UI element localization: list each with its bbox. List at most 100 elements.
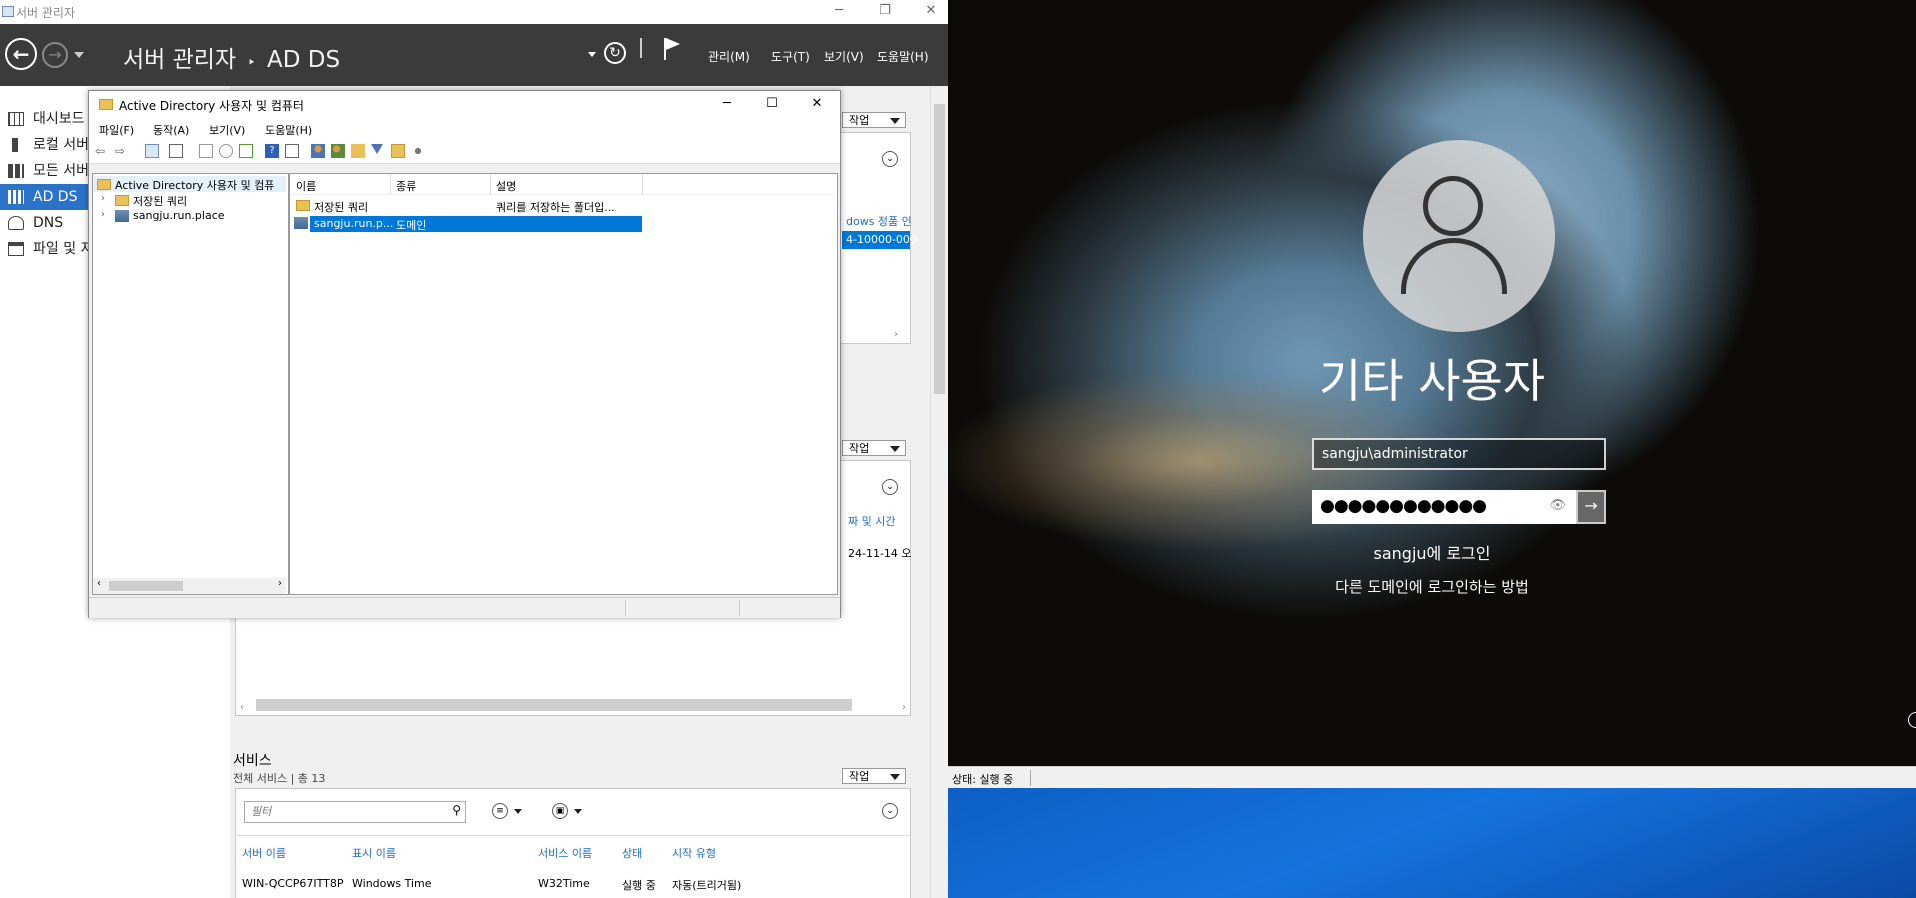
username-value: sangju\administrator — [1322, 446, 1468, 462]
refresh-dropdown-icon[interactable] — [588, 52, 596, 57]
task-dropdown-3[interactable]: 작업 — [842, 768, 906, 784]
filter-icon[interactable] — [371, 144, 383, 154]
minimize-button[interactable]: ─ — [816, 0, 862, 24]
clipboard-icon[interactable] — [169, 144, 183, 158]
ad-minimize-button[interactable]: ─ — [704, 93, 750, 117]
date-time-column[interactable]: 짜 및 시간 — [848, 513, 895, 529]
save-query-dropdown-icon[interactable] — [574, 809, 582, 814]
show-tree-icon[interactable] — [145, 144, 159, 158]
scrollbar-thumb[interactable] — [109, 581, 183, 591]
ad-menu-view[interactable]: 보기(V) — [209, 122, 245, 138]
back-arrow-icon[interactable]: ← — [5, 38, 37, 70]
refresh-icon[interactable]: ↻ — [604, 42, 626, 64]
menu-tools[interactable]: 도구(T) — [771, 48, 810, 65]
item-name: 저장된 쿼리 — [314, 201, 369, 214]
column-divider[interactable] — [490, 174, 491, 194]
col-start-type[interactable]: 시작 유형 — [672, 845, 716, 861]
column-divider[interactable] — [642, 174, 643, 194]
tree-horizontal-scrollbar[interactable]: ‹ › — [93, 578, 286, 594]
console-icon[interactable] — [285, 144, 299, 158]
col-server-name[interactable]: 서버 이름 — [242, 845, 286, 861]
scrollbar-thumb[interactable] — [934, 104, 945, 394]
tree-root-label: Active Directory 사용자 및 컴퓨 — [115, 179, 275, 192]
help-icon[interactable]: ? — [265, 144, 279, 158]
ad-close-button[interactable]: ✕ — [794, 93, 840, 117]
find-icon[interactable] — [391, 144, 405, 158]
expand-chevron-icon[interactable]: ⌄ — [882, 479, 898, 495]
cell-status: 실행 중 — [622, 879, 656, 892]
forward-arrow-icon[interactable]: ⇨ — [115, 144, 129, 158]
tree-node-saved-queries[interactable]: › 저장된 쿼리 — [93, 192, 286, 208]
new-ou-icon[interactable] — [351, 144, 365, 158]
col-description[interactable]: 설명 — [496, 178, 516, 194]
expand-chevron-icon[interactable]: ⌄ — [882, 151, 898, 167]
scroll-right-icon[interactable]: › — [278, 578, 282, 589]
col-name[interactable]: 이름 — [296, 178, 316, 194]
menu-manage[interactable]: 관리(M) — [708, 48, 750, 65]
scroll-left-icon[interactable]: ‹ — [97, 578, 101, 589]
list-item-domain[interactable]: sangju.run.p... 도메인 — [294, 216, 642, 232]
ad-app-icon — [99, 99, 113, 110]
ad-menu-action[interactable]: 동작(A) — [153, 122, 189, 138]
new-user-icon[interactable] — [311, 144, 325, 158]
properties-icon[interactable] — [199, 144, 213, 158]
other-domain-link[interactable]: 다른 도메인에 로그인하는 방법 — [948, 576, 1916, 597]
selected-server-row[interactable]: 4-10000-000 — [842, 231, 917, 249]
save-query-icon[interactable]: ▣ — [552, 803, 568, 819]
ad-maximize-button[interactable]: ☐ — [749, 93, 795, 117]
ad-menu-file[interactable]: 파일(F) — [99, 122, 134, 138]
column-divider[interactable] — [390, 174, 391, 194]
task-dropdown-1[interactable]: 작업 — [842, 112, 906, 128]
status-divider — [625, 600, 626, 616]
notifications-flag-icon[interactable] — [664, 38, 680, 60]
username-field[interactable]: sangju\administrator — [1312, 438, 1606, 470]
horizontal-scrollbar[interactable] — [256, 699, 852, 711]
accessibility-icon[interactable] — [1908, 712, 1916, 728]
col-type[interactable]: 종류 — [396, 178, 416, 194]
submit-arrow-icon[interactable]: → — [1576, 490, 1606, 524]
scroll-right-icon[interactable]: › — [902, 702, 906, 713]
forward-arrow-icon[interactable]: → — [42, 42, 68, 68]
col-display-name[interactable]: 표시 이름 — [352, 845, 396, 861]
maximize-button[interactable]: ❐ — [862, 0, 908, 24]
scroll-right-icon[interactable]: › — [894, 329, 908, 341]
reveal-password-icon[interactable]: 👁 — [1549, 498, 1566, 513]
table-row[interactable]: WIN-QCCP67ITT8P Windows Time W32Time 실행 … — [236, 875, 910, 895]
task-dropdown-2[interactable]: 작업 — [842, 440, 906, 456]
breadcrumb-root[interactable]: 서버 관리자 — [123, 47, 236, 73]
col-service-name[interactable]: 서비스 이름 — [538, 845, 592, 861]
list-item-saved-queries[interactable]: 저장된 쿼리 쿼리를 저장하는 폴더입... — [290, 198, 835, 214]
server-icon — [12, 138, 18, 152]
breadcrumb-separator: ‣ — [247, 55, 256, 71]
list-view-dropdown-icon[interactable] — [514, 809, 522, 814]
scroll-left-icon[interactable]: ‹ — [240, 702, 244, 713]
search-icon[interactable]: ⚲ — [452, 803, 461, 817]
header-divider — [640, 38, 642, 58]
password-field[interactable]: ●●●●●●●●●●●● 👁 — [1312, 490, 1576, 524]
tree-node-domain[interactable]: › sangju.run.place — [93, 208, 286, 224]
menu-help[interactable]: 도움말(H) — [877, 48, 929, 65]
col-status[interactable]: 상태 — [622, 845, 642, 861]
folder-icon — [115, 195, 129, 206]
expand-chevron-icon[interactable]: › — [101, 193, 105, 204]
export-list-icon[interactable] — [239, 144, 253, 158]
expand-chevron-icon[interactable]: › — [101, 209, 105, 220]
item-type: 도메인 — [396, 219, 427, 232]
vertical-scrollbar[interactable] — [930, 86, 948, 898]
filter-box[interactable]: ⚲ — [244, 801, 466, 823]
close-button[interactable]: ✕ — [908, 0, 948, 24]
list-view-icon[interactable]: ≡ — [492, 803, 508, 819]
new-group-icon[interactable] — [331, 144, 345, 158]
back-arrow-icon[interactable]: ⇦ — [95, 144, 109, 158]
refresh-icon[interactable] — [219, 144, 233, 158]
tree-node-label: 저장된 쿼리 — [133, 195, 188, 208]
tree-root-node[interactable]: Active Directory 사용자 및 컴퓨 — [93, 176, 286, 192]
filter-input[interactable] — [245, 802, 441, 820]
expand-chevron-icon[interactable]: ⌄ — [882, 803, 898, 819]
add-to-group-icon[interactable] — [411, 144, 425, 158]
vm-lock-screen: 기타 사용자 sangju\administrator ●●●●●●●●●●●●… — [948, 0, 1916, 766]
history-dropdown-icon[interactable] — [74, 52, 84, 58]
ad-menu-help[interactable]: 도움말(H) — [265, 122, 312, 138]
product-id-cell: 4-10000-000 — [846, 233, 917, 246]
menu-view[interactable]: 보기(V) — [824, 48, 864, 65]
